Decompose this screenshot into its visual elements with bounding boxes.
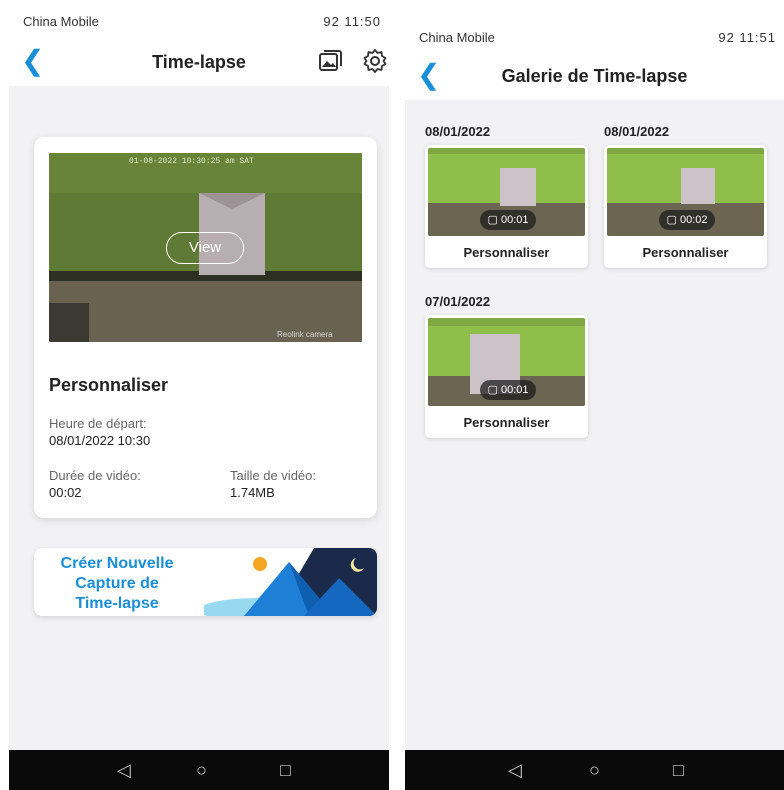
timelapse-item[interactable]: ▢ 00:02 Personnaliser bbox=[604, 145, 767, 268]
group-date: 08/01/2022 bbox=[604, 124, 670, 139]
status-right: 92 11:51 bbox=[718, 30, 776, 45]
nav-recent-icon[interactable]: □ bbox=[673, 760, 684, 781]
item-duration: ▢ 00:02 bbox=[659, 210, 715, 230]
carrier-label: China Mobile bbox=[419, 30, 495, 45]
app-header: ❮ Galerie de Time-lapse bbox=[405, 52, 784, 100]
carrier-label: China Mobile bbox=[23, 14, 99, 29]
nav-home-icon[interactable]: ○ bbox=[196, 760, 207, 781]
mountain-illustration bbox=[204, 548, 377, 616]
nav-back-icon[interactable]: ◁ bbox=[117, 760, 131, 781]
card-title: Personnaliser bbox=[49, 375, 169, 395]
video-thumbnail[interactable]: 01-08-2022 10:30:25 am SAT Reolink camer… bbox=[49, 153, 362, 342]
duration-label: Durée de vidéo: bbox=[49, 468, 141, 483]
item-label: Personnaliser bbox=[463, 415, 550, 430]
status-bar: China Mobile 92 11:50 bbox=[9, 0, 389, 38]
timelapse-card: 01-08-2022 10:30:25 am SAT Reolink camer… bbox=[34, 137, 377, 518]
banner-line-2: Capture de bbox=[75, 575, 159, 592]
status-bar: China Mobile 92 11:51 bbox=[405, 0, 784, 52]
item-duration: ▢ 00:01 bbox=[480, 210, 536, 230]
duration-value: 00:02 bbox=[49, 485, 82, 500]
video-camera-icon: ▢ bbox=[666, 214, 677, 226]
banner-text: Créer Nouvelle Capture de Time-lapse bbox=[42, 554, 192, 614]
system-nav-bar: ◁ ○ □ bbox=[405, 750, 784, 790]
item-thumbnail: ▢ 00:01 bbox=[428, 318, 585, 406]
start-label: Heure de départ: bbox=[49, 416, 147, 431]
nav-recent-icon[interactable]: □ bbox=[280, 760, 291, 781]
right-screen: China Mobile 92 11:51 ❮ Galerie de Time-… bbox=[405, 0, 784, 790]
size-label: Taille de vidéo: bbox=[230, 468, 316, 483]
size-value: 1.74MB bbox=[230, 485, 275, 500]
item-label: Personnaliser bbox=[642, 245, 729, 260]
item-duration: ▢ 00:01 bbox=[480, 380, 536, 400]
overlay-brand: Reolink camera bbox=[277, 330, 333, 339]
group-date: 08/01/2022 bbox=[425, 124, 491, 139]
item-label: Personnaliser bbox=[463, 245, 550, 260]
video-camera-icon: ▢ bbox=[487, 214, 498, 226]
group-date: 07/01/2022 bbox=[425, 294, 491, 309]
timelapse-item[interactable]: ▢ 00:01 Personnaliser bbox=[425, 145, 588, 268]
overlay-timestamp: 01-08-2022 10:30:25 am SAT bbox=[129, 157, 254, 166]
page-title: Galerie de Time-lapse bbox=[501, 66, 688, 86]
nav-back-icon[interactable]: ◁ bbox=[508, 760, 522, 781]
gallery-icon[interactable] bbox=[317, 48, 343, 74]
start-value: 08/01/2022 10:30 bbox=[49, 433, 151, 448]
left-screen: China Mobile 92 11:50 ❮ Time-lapse 01-08… bbox=[9, 0, 389, 790]
settings-gear-icon[interactable] bbox=[362, 48, 388, 74]
item-thumbnail: ▢ 00:02 bbox=[607, 148, 764, 236]
view-button[interactable]: View bbox=[166, 232, 244, 264]
item-thumbnail: ▢ 00:01 bbox=[428, 148, 585, 236]
app-header: ❮ Time-lapse bbox=[9, 38, 389, 86]
video-camera-icon: ▢ bbox=[487, 384, 498, 396]
status-right: 92 11:50 bbox=[323, 14, 381, 29]
timelapse-item[interactable]: ▢ 00:01 Personnaliser bbox=[425, 315, 588, 438]
banner-line-1: Créer Nouvelle bbox=[60, 555, 174, 572]
banner-line-3: Time-lapse bbox=[75, 595, 159, 612]
nav-home-icon[interactable]: ○ bbox=[589, 760, 600, 781]
system-nav-bar: ◁ ○ □ bbox=[9, 750, 389, 790]
create-timelapse-banner[interactable]: Créer Nouvelle Capture de Time-lapse bbox=[34, 548, 377, 616]
